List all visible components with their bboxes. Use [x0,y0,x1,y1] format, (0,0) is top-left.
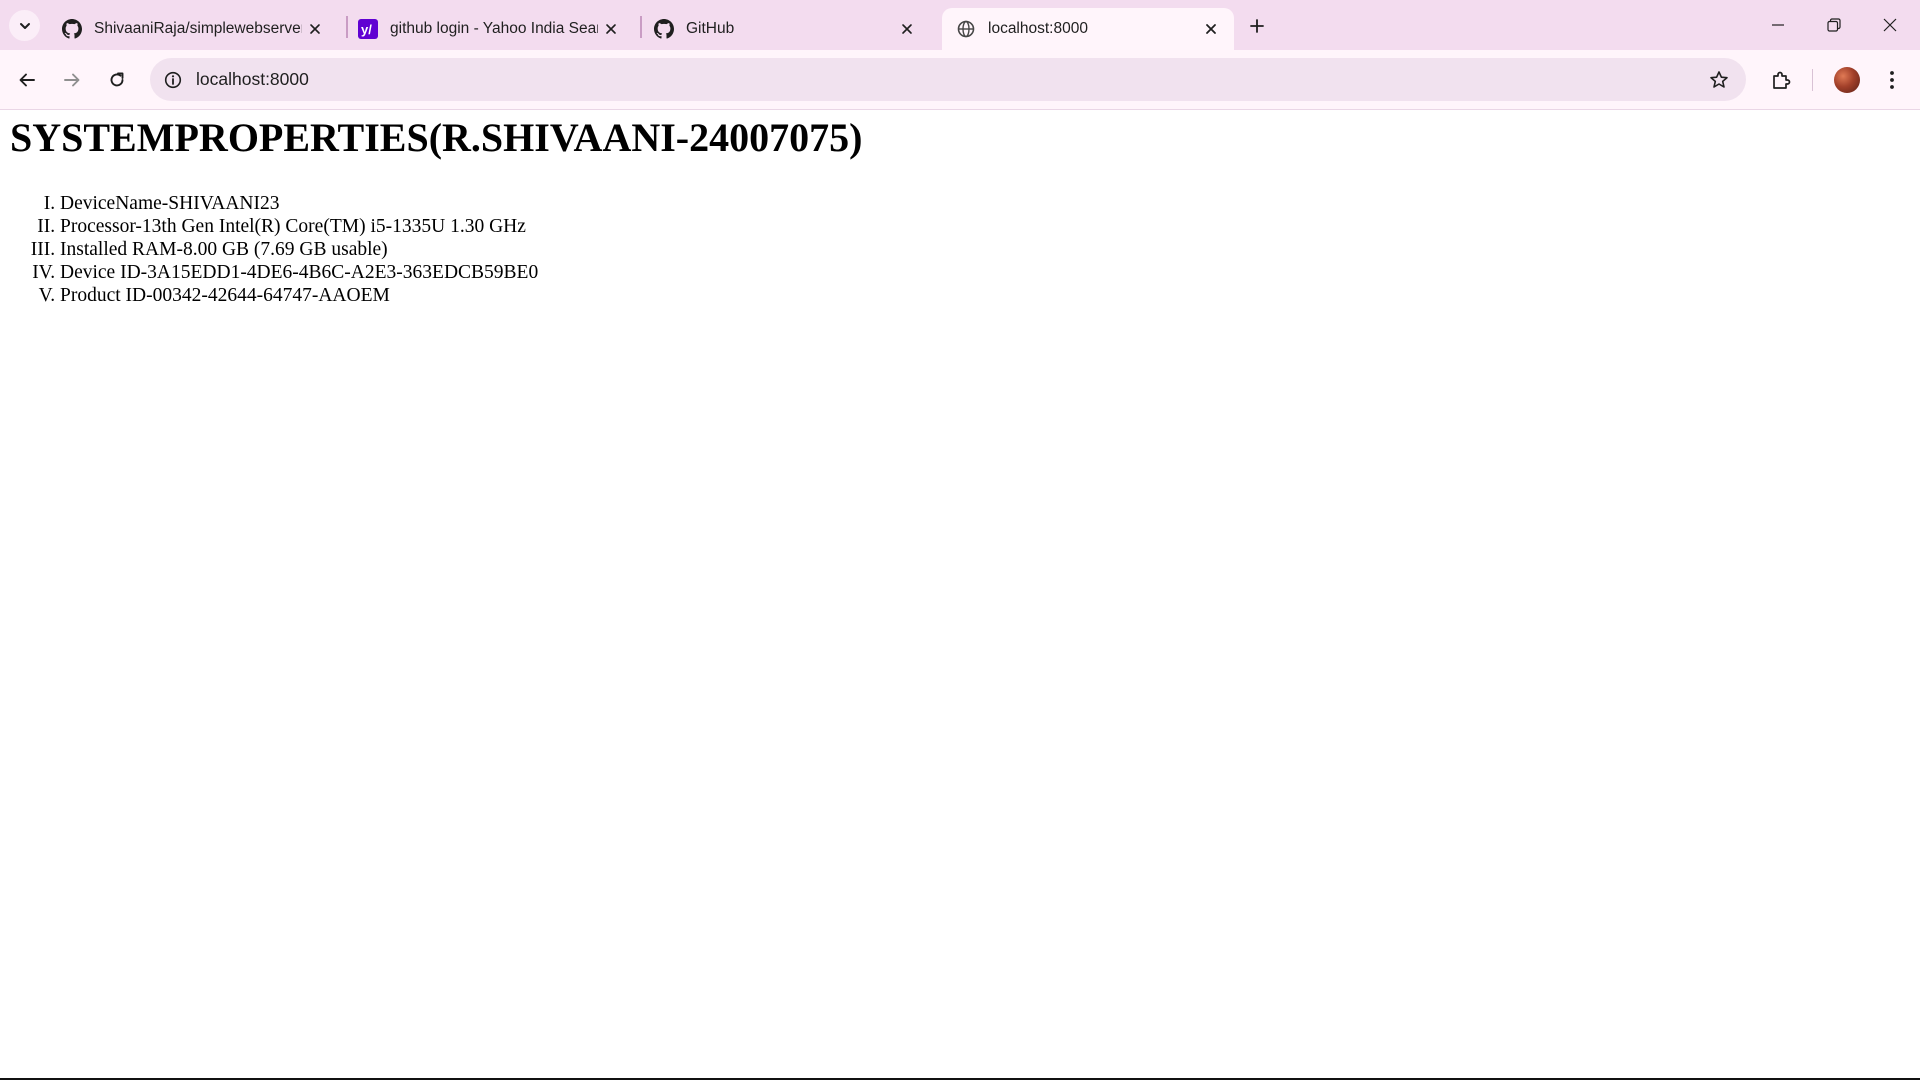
github-icon [654,19,674,39]
site-info-button[interactable] [160,67,186,93]
close-icon [310,24,320,34]
yahoo-icon: y/ [358,19,378,39]
list-item: Processor-13th Gen Intel(R) Core(TM) i5-… [60,215,538,238]
address-text[interactable]: localhost:8000 [196,69,309,90]
globe-icon [956,19,976,39]
page-title: SYSTEMPROPERTIES(R.SHIVAANI-24007075) [10,115,863,160]
properties-list: DeviceName-SHIVAANI23 Processor-13th Gen… [0,192,538,307]
close-icon [1883,18,1897,32]
extensions-button[interactable] [1763,62,1799,98]
new-tab-button[interactable] [1243,12,1271,40]
svg-text:y/: y/ [361,22,372,37]
list-item: DeviceName-SHIVAANI23 [60,192,538,215]
reload-button[interactable] [99,62,135,98]
more-vert-icon [1890,71,1894,89]
profile-button[interactable] [1829,62,1865,98]
tab-github[interactable]: GitHub [640,8,930,50]
tab-yahoo-search[interactable]: y/ github login - Yahoo India Search [344,8,634,50]
address-bar[interactable]: localhost:8000 [150,58,1746,101]
minimize-button[interactable] [1750,0,1806,50]
back-arrow-icon [19,73,35,87]
close-tab-button[interactable] [894,16,920,42]
chevron-down-icon [19,22,30,29]
close-icon [606,24,616,34]
github-icon [62,19,82,39]
tab-title: github login - Yahoo India Search [390,20,598,37]
avatar [1834,67,1860,93]
page-content: SYSTEMPROPERTIES(R.SHIVAANI-24007075) De… [0,110,1920,1078]
bookmark-button[interactable] [1706,67,1732,93]
list-item: Device ID-3A15EDD1-4DE6-4B6C-A2E3-363EDC… [60,261,538,284]
back-button[interactable] [9,62,45,98]
plus-icon [1250,19,1264,33]
tab-title: localhost:8000 [988,20,1088,37]
list-item: Installed RAM-8.00 GB (7.69 GB usable) [60,238,538,261]
menu-button[interactable] [1874,62,1910,98]
tab-title: ShivaaniRaja/simplewebserver [94,20,302,37]
reload-icon [110,72,124,87]
info-icon [164,71,182,89]
forward-arrow-icon [64,73,80,87]
close-tab-button[interactable] [302,16,328,42]
forward-button[interactable] [54,62,90,98]
tab-title: GitHub [686,20,735,37]
close-tab-button[interactable] [1198,16,1224,42]
tab-strip: ShivaaniRaja/simplewebserver y/ github l… [0,0,1920,50]
browser-toolbar: localhost:8000 [0,50,1920,110]
close-icon [1206,24,1216,34]
toolbar-divider [1812,69,1813,91]
tab-localhost[interactable]: localhost:8000 [942,8,1234,50]
tab-simplewebserver[interactable]: ShivaaniRaja/simplewebserver [48,8,338,50]
restore-button[interactable] [1806,0,1862,50]
tab-search-button[interactable] [9,10,40,41]
minimize-icon [1772,24,1784,26]
close-tab-button[interactable] [598,16,624,42]
restore-icon [1827,18,1841,32]
list-item: Product ID-00342-42644-64747-AAOEM [60,284,538,307]
close-icon [902,24,912,34]
puzzle-icon [1773,71,1791,89]
star-icon [1710,71,1728,88]
close-window-button[interactable] [1862,0,1918,50]
